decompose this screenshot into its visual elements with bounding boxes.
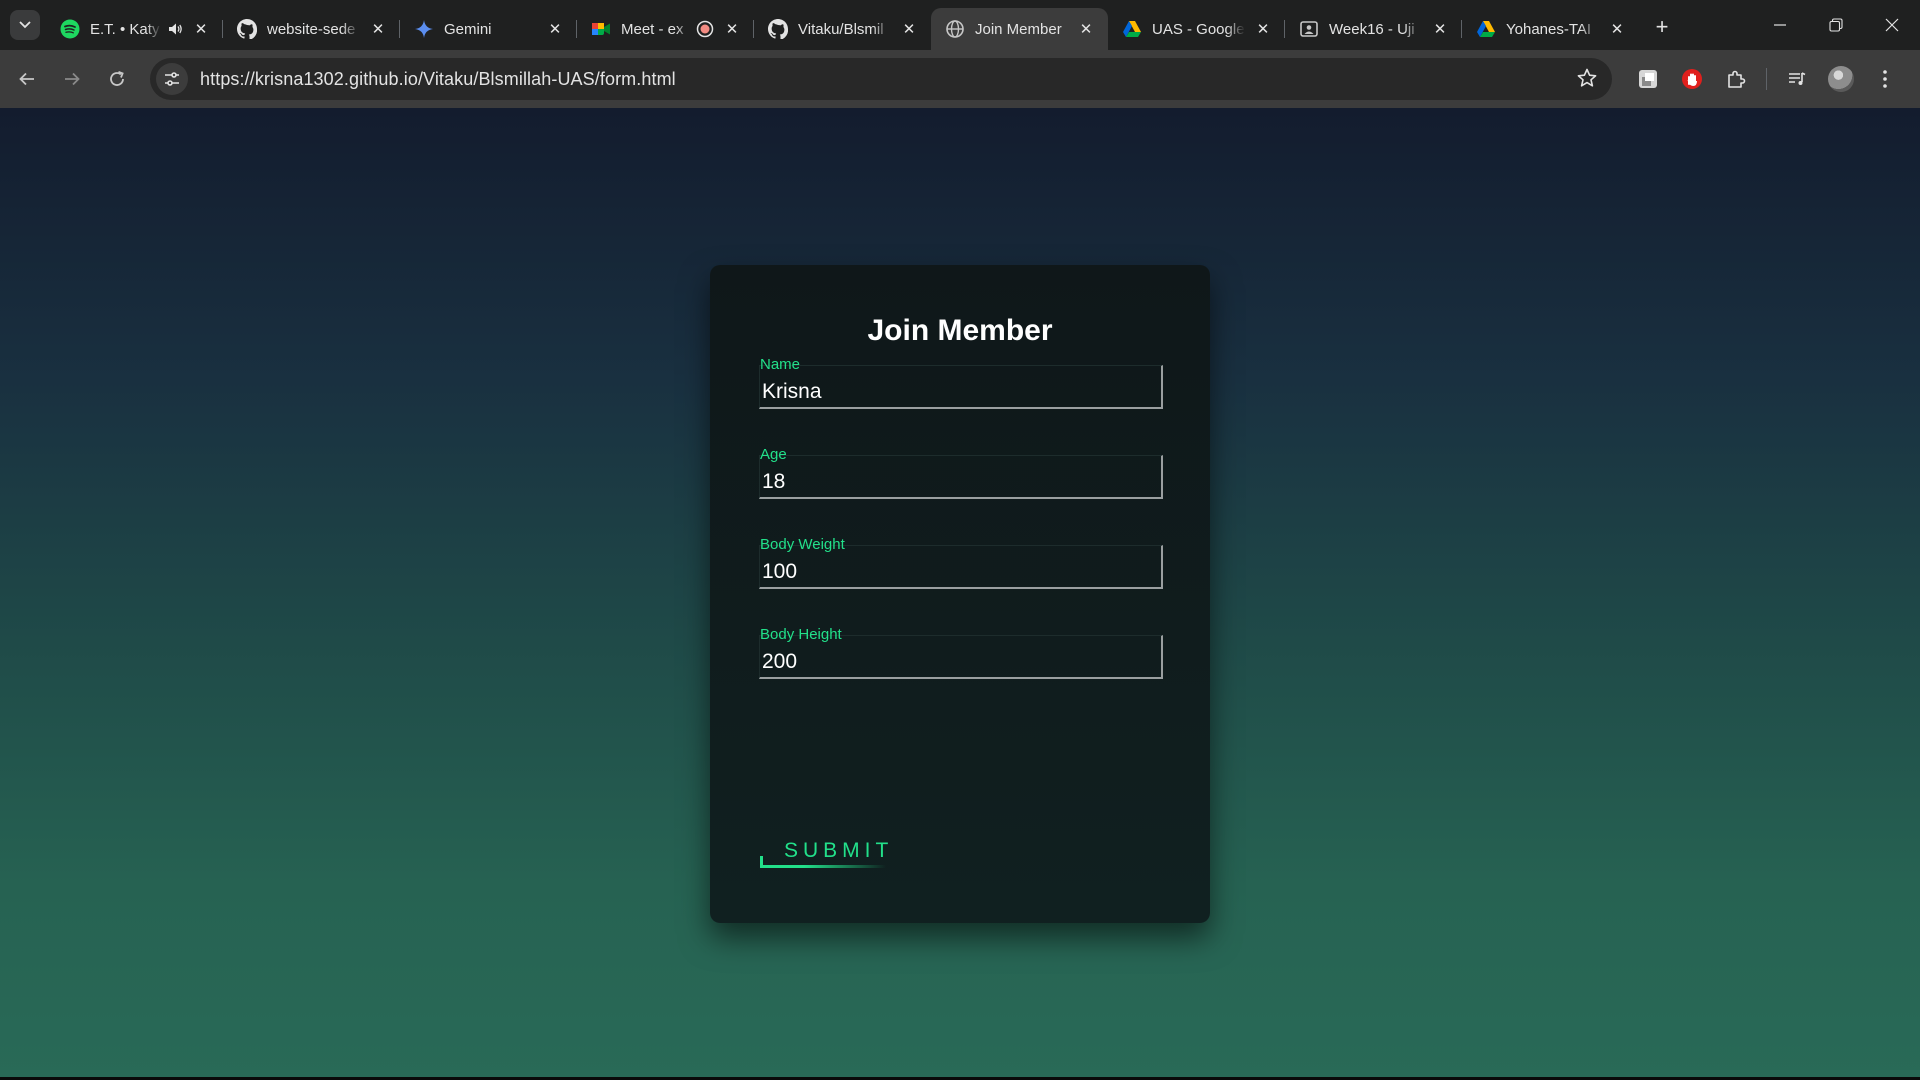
kebab-menu-icon [1883,70,1887,88]
tab-title: Meet - ex [621,20,684,38]
globe-icon [945,19,965,39]
tab-title: Yohanes-TAI [1506,20,1592,38]
star-icon[interactable] [1576,67,1598,94]
tab-google-meet[interactable]: Meet - ex ✕ [577,8,754,50]
tab-yohanes-drive[interactable]: Yohanes-TAI ✕ [1462,8,1639,50]
tab-week16[interactable]: Week16 - Uji ✕ [1285,8,1462,50]
tab-title: E.T. • Katy [90,20,160,38]
chevron-down-icon [19,21,31,29]
close-icon[interactable]: ✕ [1607,19,1627,39]
close-icon[interactable]: ✕ [368,19,388,39]
body-height-field-group: Body Height [759,626,1163,717]
tabs: E.T. • Katy ✕ website-sede ✕ Gemini ✕ Me… [46,0,1639,50]
close-icon[interactable]: ✕ [722,19,742,39]
minimize-icon [1774,24,1786,26]
close-icon[interactable]: ✕ [545,19,565,39]
tab-title: Vitaku/Blsmil [798,20,884,38]
tab-title: Week16 - Uji [1329,20,1415,38]
extension-doc-icon[interactable] [1630,61,1666,97]
gemini-icon [414,19,434,39]
media-queue-icon[interactable] [1779,61,1815,97]
submit-underline [760,865,886,868]
github-icon [768,19,788,39]
close-icon [1885,18,1899,32]
body-weight-label: Body Weight [760,536,845,553]
recording-icon [696,20,714,38]
browser-toolbar: https://krisna1302.github.io/Vitaku/Blsm… [0,50,1920,108]
tab-join-member[interactable]: Join Member ✕ [931,8,1108,50]
submit-button[interactable]: SUBMIT [760,826,888,876]
name-label: Name [760,356,801,373]
google-drive-icon [1476,19,1496,39]
profile-avatar[interactable] [1823,61,1859,97]
tab-search-button[interactable] [10,10,40,40]
close-window-button[interactable] [1864,0,1920,50]
restore-button[interactable] [1808,0,1864,50]
address-bar[interactable]: https://krisna1302.github.io/Vitaku/Blsm… [150,58,1612,100]
classroom-icon [1299,19,1319,39]
tab-gemini[interactable]: Gemini ✕ [400,8,577,50]
extension-hand-icon[interactable] [1674,61,1710,97]
tab-title: Join Member [975,20,1062,38]
body-height-label: Body Height [760,626,842,643]
toolbar-actions [1626,50,1907,108]
close-icon[interactable]: ✕ [899,19,919,39]
site-info-button[interactable] [156,63,188,95]
speaker-icon[interactable] [167,21,183,37]
github-icon [237,19,257,39]
extensions-puzzle-icon[interactable] [1718,61,1754,97]
tab-uas-drive[interactable]: UAS - Google ✕ [1108,8,1285,50]
new-tab-button[interactable]: + [1647,12,1677,42]
close-icon[interactable]: ✕ [191,19,211,39]
name-field-group: Name [759,356,1163,447]
page-viewport: Join Member Name Age Body Weight Body He… [0,108,1920,1080]
body-weight-field-group: Body Weight [759,536,1163,627]
google-meet-icon [591,19,611,39]
tab-github-vitaku[interactable]: Vitaku/Blsmil ✕ [754,8,931,50]
restore-icon [1829,18,1843,32]
toolbar-divider [1766,68,1767,90]
spotify-icon [60,19,80,39]
reload-button[interactable] [99,61,135,97]
tab-spotify[interactable]: E.T. • Katy ✕ [46,8,223,50]
forward-button[interactable] [54,61,90,97]
tab-title: UAS - Google [1152,20,1245,38]
submit-label: SUBMIT [784,839,894,862]
tab-title: Gemini [444,20,492,38]
google-drive-icon [1122,19,1142,39]
submit-corner [760,856,763,868]
tab-strip: E.T. • Katy ✕ website-sede ✕ Gemini ✕ Me… [0,0,1920,50]
reload-icon [110,70,124,86]
back-button[interactable] [9,61,45,97]
menu-button[interactable] [1867,61,1903,97]
avatar [1828,66,1854,92]
age-label: Age [760,446,787,463]
minimize-button[interactable] [1752,0,1808,50]
window-controls [1752,0,1920,50]
tab-title: website-sede [267,20,356,38]
arrow-right-icon [65,72,80,86]
name-field[interactable] [759,365,1163,409]
join-member-card: Join Member Name Age Body Weight Body He… [710,265,1210,923]
url-text[interactable]: https://krisna1302.github.io/Vitaku/Blsm… [200,69,676,90]
age-field[interactable] [759,455,1163,499]
close-icon[interactable]: ✕ [1430,19,1450,39]
close-icon[interactable]: ✕ [1076,19,1096,39]
form-title: Join Member [867,314,1053,347]
age-field-group: Age [759,446,1163,537]
tab-github-website[interactable]: website-sede ✕ [223,8,400,50]
arrow-left-icon [19,72,34,86]
tune-icon [165,72,179,86]
close-icon[interactable]: ✕ [1253,19,1273,39]
